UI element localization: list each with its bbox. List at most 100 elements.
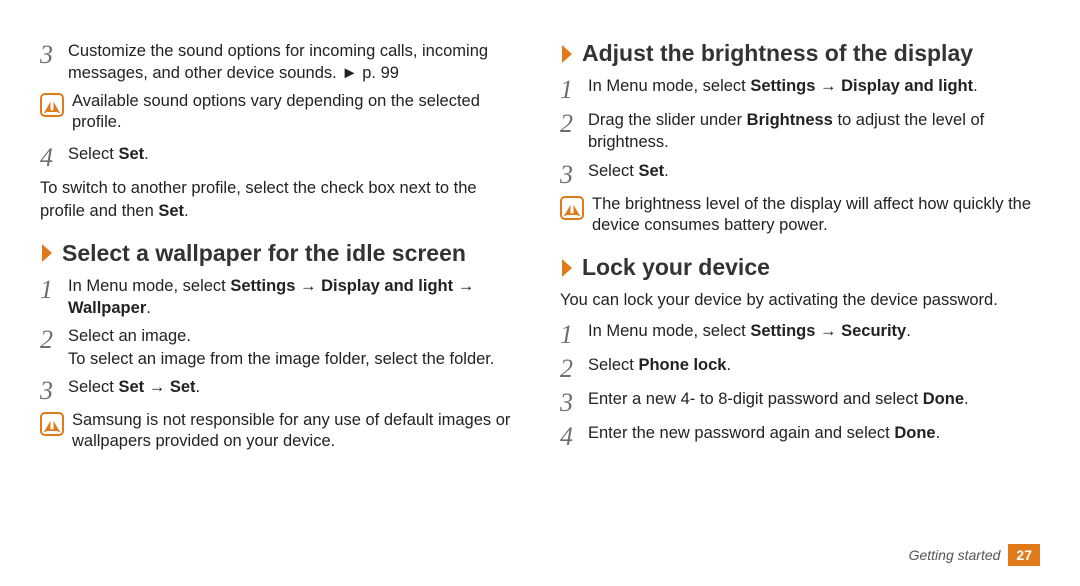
step-number: 2 [40,325,68,353]
brightness-step-1: 1 In Menu mode, select Settings → Displa… [560,75,1040,103]
text: . [144,145,149,163]
bold: Settings [750,77,815,95]
bold: Set [118,378,144,396]
text: Select [68,145,118,163]
step-text: In Menu mode, select Settings → Display … [68,275,520,320]
left-column: 3 Customize the sound options for incomi… [40,40,520,463]
text: Customize the sound options for incoming… [68,42,488,82]
step-number: 2 [560,354,588,382]
section-title: Select a wallpaper for the idle screen [62,240,466,267]
bold: Wallpaper [68,299,146,317]
step-number: 4 [40,143,68,171]
step-number: 3 [40,376,68,404]
text: Drag the slider under [588,111,747,129]
text: In Menu mode, select [588,322,750,340]
note-battery: The brightness level of the display will… [560,194,1040,237]
text: To select an image from the image folder… [68,350,494,368]
lock-step-2: 2 Select Phone lock. [560,354,1040,382]
note-text: The brightness level of the display will… [592,194,1040,237]
note-icon [40,93,64,117]
note-text: Available sound options vary depending o… [72,91,520,134]
text: → [295,277,321,295]
brightness-step-3: 3 Select Set. [560,160,1040,188]
text: . [906,322,911,340]
text: . [146,299,151,317]
lock-intro: You can lock your device by activating t… [560,289,1040,311]
step-4: 4 Select Set. [40,143,520,171]
section-lock: Lock your device [560,254,1040,281]
bold: Settings [230,277,295,295]
note-icon [40,412,64,436]
text: Select [588,162,638,180]
step-text: Enter the new password again and select … [588,422,940,444]
bold: Set [118,145,144,163]
bold: Phone lock [638,356,726,374]
text: Enter a new 4- to 8-digit password and s… [588,390,923,408]
text: . [726,356,731,374]
page-number: 27 [1008,544,1040,566]
page-ref: ► p. 99 [341,64,399,82]
step-text: Select Set. [588,160,669,182]
note-text: Samsung is not responsible for any use o… [72,410,520,453]
text: Select [588,356,638,374]
bold: Done [894,424,935,442]
text: . [184,202,189,220]
bold: Set [158,202,184,220]
wallpaper-step-1: 1 In Menu mode, select Settings → Displa… [40,275,520,320]
step-number: 4 [560,422,588,450]
lock-step-1: 1 In Menu mode, select Settings → Securi… [560,320,1040,348]
brightness-step-2: 2 Drag the slider under Brightness to ad… [560,109,1040,154]
step-text: Customize the sound options for incoming… [68,40,520,85]
section-title: Adjust the brightness of the display [582,40,973,67]
text: → [815,77,841,95]
step-number: 1 [560,75,588,103]
step-text: In Menu mode, select Settings → Security… [588,320,911,342]
section-brightness: Adjust the brightness of the display [560,40,1040,67]
bold: Brightness [747,111,833,129]
text: In Menu mode, select [588,77,750,95]
step-text: Select Set. [68,143,149,165]
lock-step-3: 3 Enter a new 4- to 8-digit password and… [560,388,1040,416]
step-number: 1 [560,320,588,348]
chevron-right-icon [40,242,56,264]
note-icon [560,196,584,220]
chevron-right-icon [560,257,576,279]
text: → [144,378,170,396]
bold: Done [923,390,964,408]
step-number: 3 [560,160,588,188]
paragraph-switch-profile: To switch to another profile, select the… [40,177,520,222]
section-title: Lock your device [582,254,770,281]
text: Select an image. [68,327,191,345]
step-text: Drag the slider under Brightness to adju… [588,109,1040,154]
step-number: 2 [560,109,588,137]
step-3: 3 Customize the sound options for incomi… [40,40,520,85]
step-number: 1 [40,275,68,303]
text: To switch to another profile, select the… [40,179,477,219]
wallpaper-step-2: 2 Select an image. To select an image fr… [40,325,520,370]
text: Enter the new password again and select [588,424,894,442]
text: . [936,424,941,442]
text: . [964,390,969,408]
lock-step-4: 4 Enter the new password again and selec… [560,422,1040,450]
text: . [973,77,978,95]
chevron-right-icon [560,43,576,65]
step-number: 3 [560,388,588,416]
section-wallpaper: Select a wallpaper for the idle screen [40,240,520,267]
page-columns: 3 Customize the sound options for incomi… [40,40,1040,463]
text: In Menu mode, select [68,277,230,295]
step-text: Select Set → Set. [68,376,200,398]
text: . [664,162,669,180]
note-samsung-wallpaper: Samsung is not responsible for any use o… [40,410,520,453]
bold: Set [170,378,196,396]
page-footer: Getting started 27 [909,544,1040,566]
step-text: Select an image. To select an image from… [68,325,494,370]
text: . [196,378,201,396]
bold: Security [841,322,906,340]
bold: Display and light [841,77,973,95]
text: Select [68,378,118,396]
bold: Set [638,162,664,180]
step-text: In Menu mode, select Settings → Display … [588,75,978,97]
step-text: Select Phone lock. [588,354,731,376]
bold: Display and light [321,277,453,295]
step-text: Enter a new 4- to 8-digit password and s… [588,388,969,410]
